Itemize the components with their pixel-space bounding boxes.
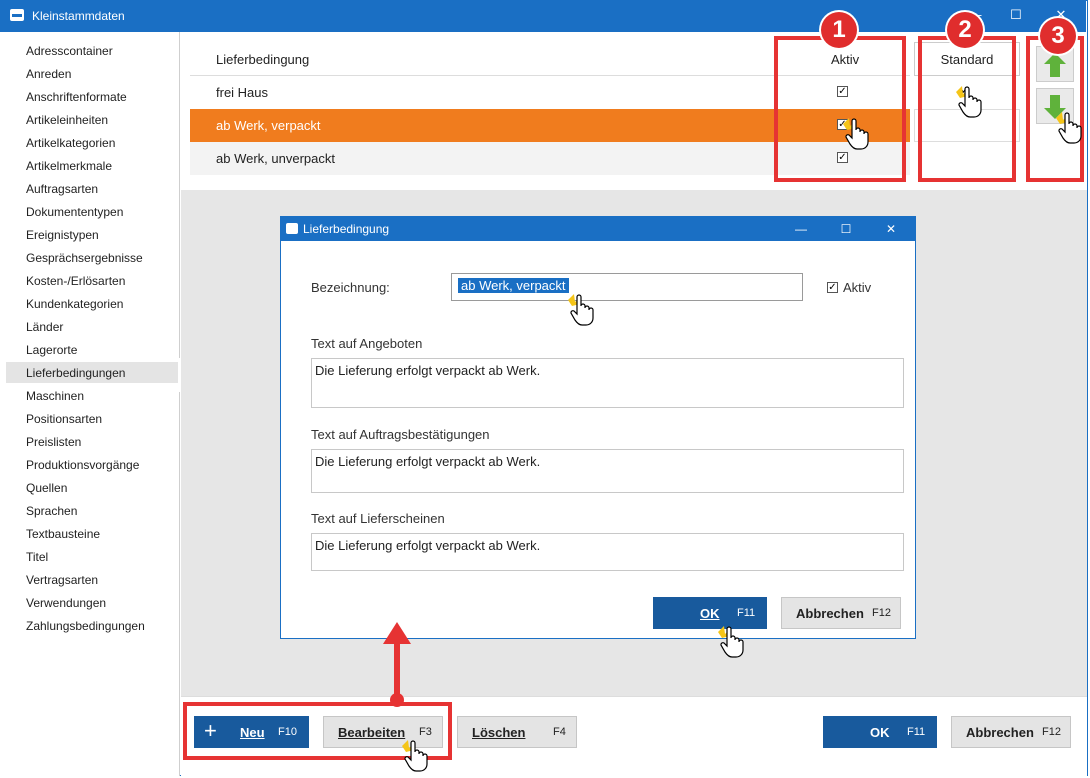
sidebar-item[interactable]: Produktionsvorgänge: [26, 458, 139, 472]
lieferschein-text: Die Lieferung erfolgt verpackt ab Werk.: [315, 538, 541, 553]
sidebar-item[interactable]: Titel: [26, 550, 48, 564]
row-label: frei Haus: [216, 85, 269, 100]
annotation-box-aktiv: [774, 36, 906, 182]
angebote-label: Text auf Angeboten: [311, 336, 423, 351]
sidebar-item[interactable]: Maschinen: [26, 389, 84, 403]
annotation-arrow-icon: [383, 622, 411, 707]
click-cursor-icon: [1056, 112, 1082, 144]
row-label: ab Werk, unverpackt: [216, 151, 335, 166]
row-label: ab Werk, verpackt: [216, 118, 321, 133]
app-icon: [10, 9, 24, 21]
sidebar-item[interactable]: Artikeleinheiten: [26, 113, 108, 127]
angebote-text: Die Lieferung erfolgt verpackt ab Werk.: [315, 363, 541, 378]
dialog-aktiv-checkbox[interactable]: ✓: [827, 282, 838, 293]
sidebar-item[interactable]: Positionsarten: [26, 412, 102, 426]
main-cancel-label: Abbrechen: [966, 725, 1034, 740]
sidebar-item[interactable]: Auftragsarten: [26, 182, 98, 196]
dialog-ok-key: F11: [737, 607, 756, 619]
dialog-app-icon: [286, 223, 298, 234]
sidebar-item[interactable]: Adresscontainer: [26, 44, 113, 58]
column-header-lieferbedingung[interactable]: Lieferbedingung: [216, 52, 309, 67]
dialog-minimize-button[interactable]: —: [787, 218, 815, 240]
click-cursor-icon: [568, 294, 594, 326]
annotation-badge-2: 2: [947, 12, 983, 48]
sidebar-item[interactable]: Anreden: [26, 67, 71, 81]
click-cursor-icon: [402, 740, 428, 772]
annotation-badge-1: 1: [821, 12, 857, 48]
annotation-badge-3: 3: [1040, 18, 1076, 54]
window-title: Kleinstammdaten: [32, 9, 125, 23]
lieferschein-label: Text auf Lieferscheinen: [311, 511, 445, 526]
angebote-textarea[interactable]: Die Lieferung erfolgt verpackt ab Werk.: [311, 358, 904, 408]
dialog-aktiv-label: Aktiv: [843, 280, 872, 295]
sidebar-item[interactable]: Kundenkategorien: [26, 297, 123, 311]
lieferschein-textarea[interactable]: Die Lieferung erfolgt verpackt ab Werk.: [311, 533, 904, 571]
dialog-ok-button[interactable]: OK F11: [653, 597, 767, 629]
sidebar-item[interactable]: Dokumententypen: [26, 205, 123, 219]
dialog-cancel-label: Abbrechen: [796, 606, 864, 621]
sidebar-item[interactable]: Sprachen: [26, 504, 77, 518]
sidebar-item[interactable]: Lieferbedingungen: [26, 366, 125, 380]
click-cursor-icon: [956, 86, 982, 118]
auftrag-text: Die Lieferung erfolgt verpackt ab Werk.: [315, 454, 541, 469]
dialog-close-button[interactable]: ✕: [877, 218, 905, 240]
sidebar-item[interactable]: Kosten-/Erlösarten: [26, 274, 125, 288]
sidebar-item[interactable]: Quellen: [26, 481, 67, 495]
sidebar-item[interactable]: Lagerorte: [26, 343, 77, 357]
dialog-title-bar: Lieferbedingung — ☐ ✕: [281, 217, 915, 241]
sidebar-item[interactable]: Länder: [26, 320, 63, 334]
main-cancel-key: F12: [1042, 726, 1061, 738]
main-ok-label: OK: [870, 725, 890, 740]
sidebar-item[interactable]: Textbausteine: [26, 527, 100, 541]
bezeichnung-label: Bezeichnung:: [311, 280, 390, 295]
sidebar-item[interactable]: Artikelmerkmale: [26, 159, 112, 173]
delete-button[interactable]: Löschen F4: [457, 716, 577, 748]
maximize-button[interactable]: ☐: [1001, 4, 1031, 26]
dialog-title: Lieferbedingung: [303, 222, 390, 236]
click-cursor-icon: [843, 118, 869, 150]
sidebar-item[interactable]: Anschriftenformate: [26, 90, 127, 104]
sidebar-item[interactable]: Vertragsarten: [26, 573, 98, 587]
annotation-box-sort: [1026, 36, 1084, 182]
dialog-cancel-key: F12: [872, 607, 891, 619]
auftrag-textarea[interactable]: Die Lieferung erfolgt verpackt ab Werk.: [311, 449, 904, 493]
sidebar-item[interactable]: Artikelkategorien: [26, 136, 115, 150]
auftrag-label: Text auf Auftragsbestätigungen: [311, 427, 490, 442]
bezeichnung-selected-text[interactable]: ab Werk, verpackt: [458, 278, 569, 293]
sidebar-item[interactable]: Zahlungsbedingungen: [26, 619, 145, 633]
click-cursor-icon: [718, 626, 744, 658]
main-ok-key: F11: [907, 726, 926, 738]
dialog-maximize-button[interactable]: ☐: [832, 218, 860, 240]
title-bar: Kleinstammdaten — ☐ ✕: [0, 0, 1086, 32]
delete-label: Löschen: [472, 725, 526, 740]
sidebar-item[interactable]: Preislisten: [26, 435, 81, 449]
main-ok-button[interactable]: OK F11: [823, 716, 937, 748]
sidebar-item[interactable]: Gesprächsergebnisse: [26, 251, 143, 265]
sidebar-item[interactable]: Verwendungen: [26, 596, 106, 610]
dialog-cancel-button[interactable]: Abbrechen F12: [781, 597, 901, 629]
dialog-ok-label: OK: [700, 606, 720, 621]
sidebar-item[interactable]: Ereignistypen: [26, 228, 99, 242]
delete-key: F4: [553, 726, 566, 738]
main-cancel-button[interactable]: Abbrechen F12: [951, 716, 1071, 748]
